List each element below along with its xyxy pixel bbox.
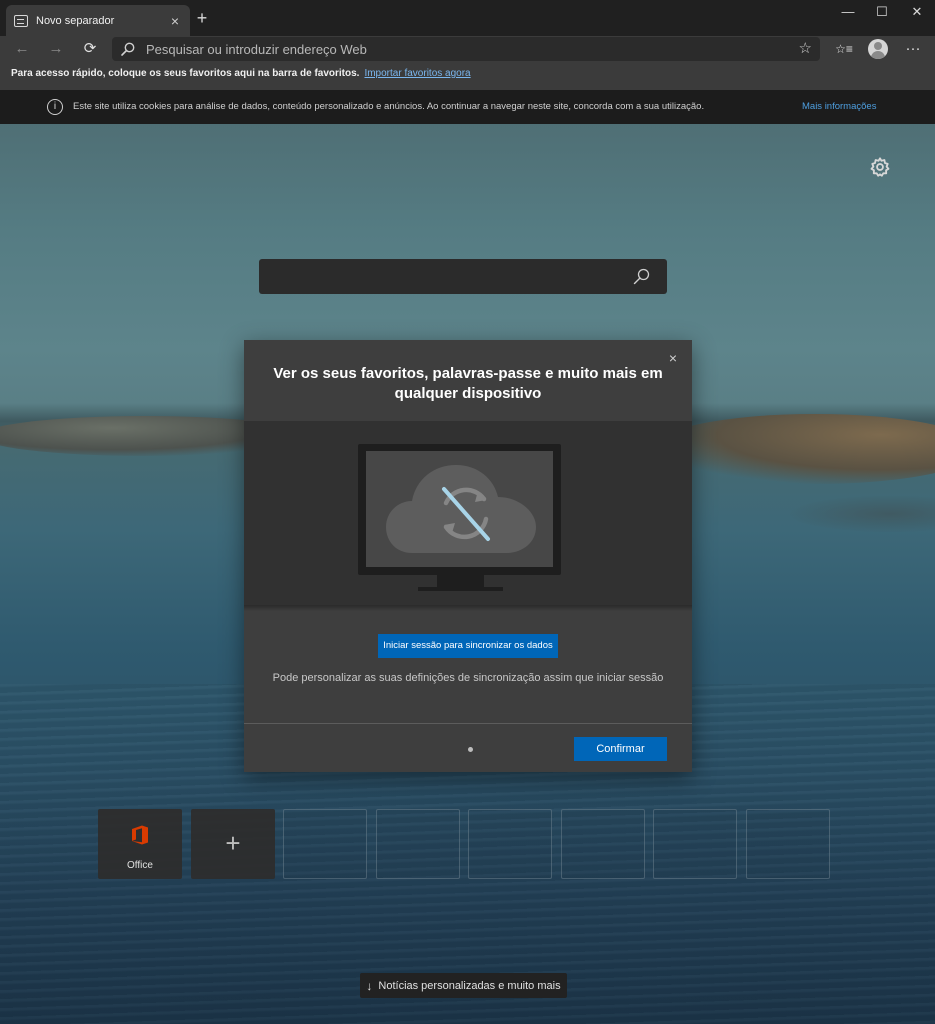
more-info-link[interactable]: Mais informações <box>802 101 876 112</box>
top-site-empty <box>746 809 830 879</box>
address-bar[interactable]: ☆ <box>112 37 820 61</box>
background-hill <box>650 414 935 484</box>
add-icon: + <box>225 828 241 858</box>
favorites-bar: Para acesso rápido, coloque os seus favo… <box>0 62 935 90</box>
tab-close-button[interactable]: × <box>168 13 182 29</box>
favorites-bar-text: Para acesso rápido, coloque os seus favo… <box>11 68 360 79</box>
sync-hint-text: Pode personalizar as suas definições de … <box>272 672 664 684</box>
tab-strip: Novo separador × + — ☐ ✕ <box>0 0 935 36</box>
import-favorites-link[interactable]: Importar favoritos agora <box>364 68 470 79</box>
tab-novo-separador[interactable]: Novo separador × <box>6 5 190 36</box>
top-site-empty <box>283 809 367 879</box>
cookie-banner: i Este site utiliza cookies para análise… <box>0 90 935 124</box>
signin-sync-button[interactable]: Iniciar sessão para sincronizar os dados <box>378 634 558 658</box>
sync-illustration <box>244 421 692 611</box>
background-hill <box>790 496 935 532</box>
settings-gear-icon[interactable] <box>869 156 891 178</box>
illustration-shadow <box>244 605 692 611</box>
monitor-illustration <box>358 444 561 575</box>
address-input[interactable] <box>146 41 820 57</box>
top-site-office[interactable]: Office <box>98 809 182 879</box>
sync-dialog: × Ver os seus favoritos, palavras-passe … <box>244 340 692 772</box>
pagination-dot <box>468 747 473 752</box>
new-tab-page: × Ver os seus favoritos, palavras-passe … <box>0 124 935 1024</box>
news-button-label: Notícias personalizadas e muito mais <box>378 979 561 992</box>
dialog-divider <box>244 723 692 724</box>
top-site-empty <box>653 809 737 879</box>
favorites-icon[interactable]: ☆≡ <box>833 38 855 60</box>
top-site-empty <box>561 809 645 879</box>
favorite-star-icon[interactable]: ☆ <box>799 39 812 57</box>
profile-icon[interactable] <box>868 39 888 59</box>
search-icon <box>121 42 135 56</box>
page-search-box[interactable] <box>259 259 667 294</box>
cookie-text: Este site utiliza cookies para análise d… <box>73 101 705 112</box>
add-site-button[interactable]: + <box>191 809 275 879</box>
top-site-empty <box>468 809 552 879</box>
top-site-label: Office <box>127 860 153 871</box>
search-icon[interactable] <box>632 267 651 286</box>
maximize-button[interactable]: ☐ <box>865 3 899 21</box>
back-button[interactable]: ← <box>11 38 33 60</box>
arrow-down-icon: ↓ <box>366 978 373 993</box>
dialog-title: Ver os seus favoritos, palavras-passe e … <box>273 365 663 402</box>
more-icon[interactable]: ··· <box>902 38 924 60</box>
new-tab-button[interactable]: + <box>193 8 211 28</box>
refresh-button[interactable]: ⟳ <box>79 38 101 60</box>
top-site-empty <box>376 809 460 879</box>
confirm-button[interactable]: Confirmar <box>574 737 667 761</box>
personalized-news-button[interactable]: ↓ Notícias personalizadas e muito mais <box>360 973 567 998</box>
close-window-button[interactable]: ✕ <box>900 3 934 21</box>
office-icon <box>132 825 148 845</box>
forward-button[interactable]: → <box>45 38 67 60</box>
monitor-base <box>418 587 503 591</box>
minimize-button[interactable]: — <box>831 3 865 21</box>
info-icon: i <box>47 99 63 115</box>
tab-title: Novo separador <box>36 14 115 27</box>
navigation-toolbar: ← → ⟳ ☆ ☆≡ ··· <box>0 36 935 62</box>
monitor-screen <box>366 451 553 567</box>
tab-favicon-icon <box>14 14 28 27</box>
sync-off-icon <box>386 465 536 553</box>
